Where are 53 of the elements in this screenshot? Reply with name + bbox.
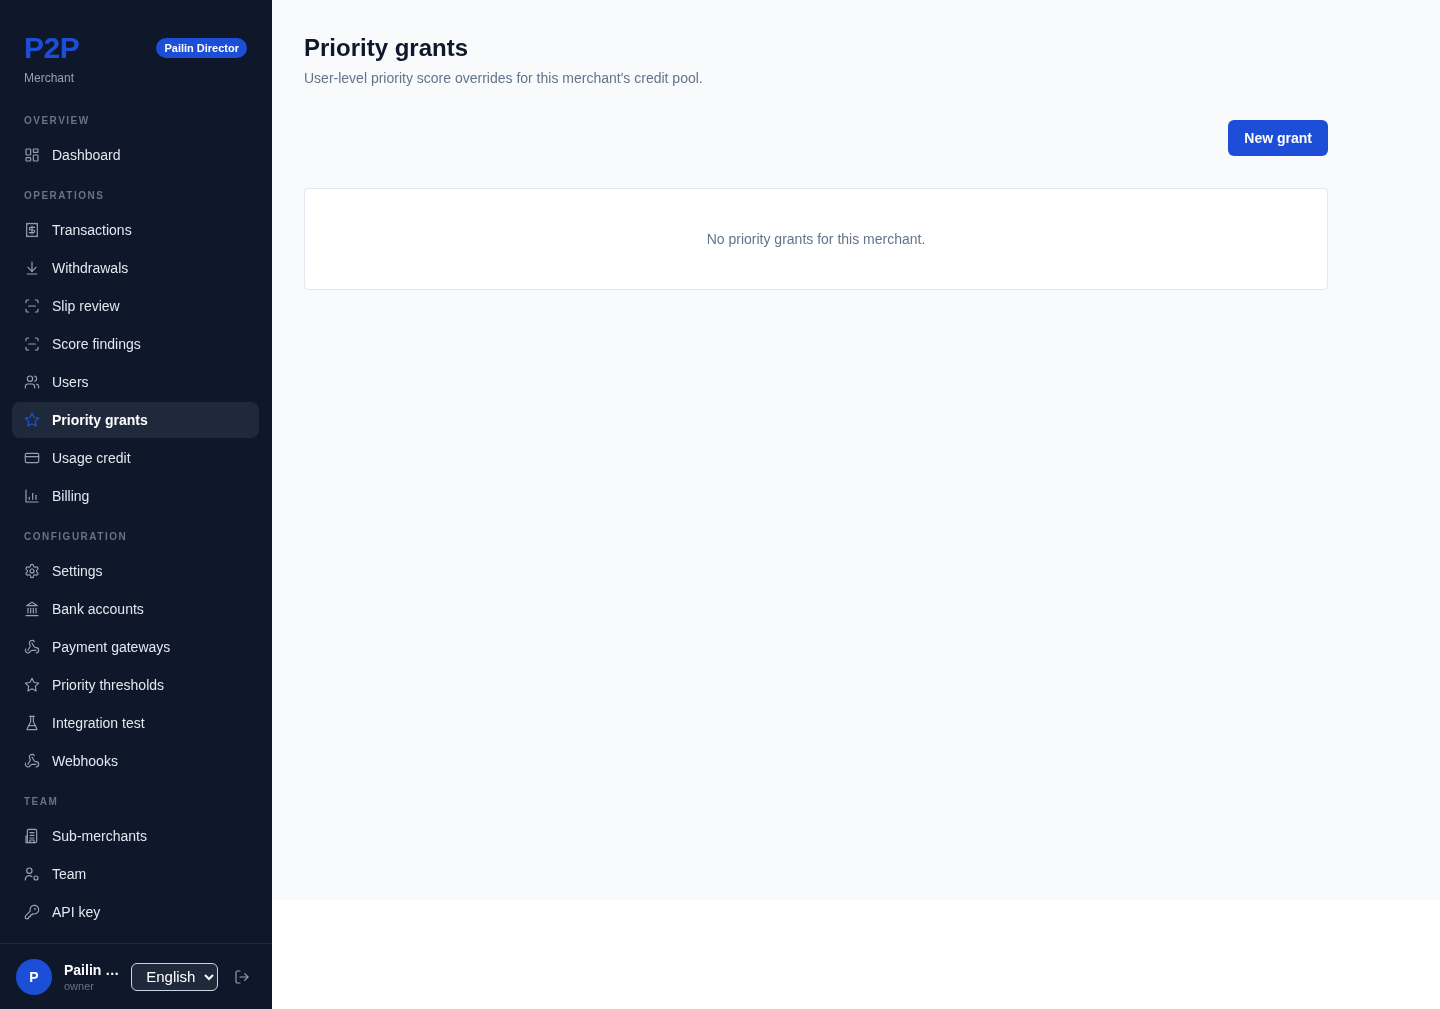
section-heading: TEAM [24, 795, 60, 809]
nav-item[interactable]: Transactions [12, 212, 259, 248]
settings-icon [24, 563, 40, 579]
receipt-icon [24, 222, 40, 238]
users-icon [24, 374, 40, 390]
nav-item[interactable]: Sub-merchants [12, 818, 259, 854]
avatar: P [16, 958, 52, 995]
page-title: Priority grants [304, 33, 470, 63]
logo: P2P [24, 33, 80, 63]
nav-item[interactable]: Integration test [12, 705, 259, 741]
logout-icon [234, 968, 251, 985]
scan-icon [24, 298, 40, 314]
nav-item[interactable]: Users [12, 364, 259, 400]
nav-item[interactable]: Webhooks [12, 743, 259, 779]
app-subtitle: Merchant [24, 70, 76, 86]
nav-item[interactable]: Withdrawals [12, 250, 259, 286]
credit-card-icon [24, 450, 40, 466]
bar-chart-icon [24, 488, 40, 504]
nav-item[interactable]: Payment gateways [12, 629, 259, 665]
nav-item[interactable]: Billing [12, 478, 259, 514]
user-role: owner [64, 978, 95, 993]
star-icon [24, 412, 40, 428]
logout-button[interactable] [234, 968, 251, 985]
user-name: Pailin … [64, 960, 120, 979]
nav-item[interactable]: Bank accounts [12, 591, 259, 627]
nav-item[interactable]: Team [12, 856, 259, 892]
new-grant-button[interactable]: New grant [1228, 120, 1328, 156]
section-heading: CONFIGURATION [24, 530, 129, 544]
webhook-icon [24, 753, 40, 769]
user-icon [24, 866, 40, 882]
section-heading: OVERVIEW [24, 114, 91, 128]
scan-icon [24, 336, 40, 352]
flask-icon [24, 715, 40, 731]
nav-item[interactable]: Dashboard [12, 137, 259, 173]
key-icon [24, 904, 40, 920]
nav-item[interactable]: Priority grants [12, 402, 259, 438]
dashboard-icon [24, 147, 40, 163]
page-description: User-level priority score overrides for this merchant's credit pool. [304, 69, 704, 88]
bank-icon [24, 601, 40, 617]
webhook-icon [24, 639, 40, 655]
nav-item[interactable]: Slip review [12, 288, 259, 324]
language-select[interactable]: English [131, 962, 219, 991]
star-icon [24, 677, 40, 693]
section-heading: OPERATIONS [24, 189, 106, 203]
nav-item[interactable]: API key [12, 894, 259, 930]
nav-item[interactable]: Priority thresholds [12, 667, 259, 703]
role-badge: Pailin Director [156, 38, 247, 58]
building-icon [24, 828, 40, 844]
nav-item[interactable]: Score findings [12, 326, 259, 362]
nav-item[interactable]: Settings [12, 553, 259, 589]
nav-item[interactable]: Usage credit [12, 440, 259, 476]
empty-state-message: No priority grants for this merchant. [706, 230, 926, 249]
download-icon [24, 260, 40, 276]
